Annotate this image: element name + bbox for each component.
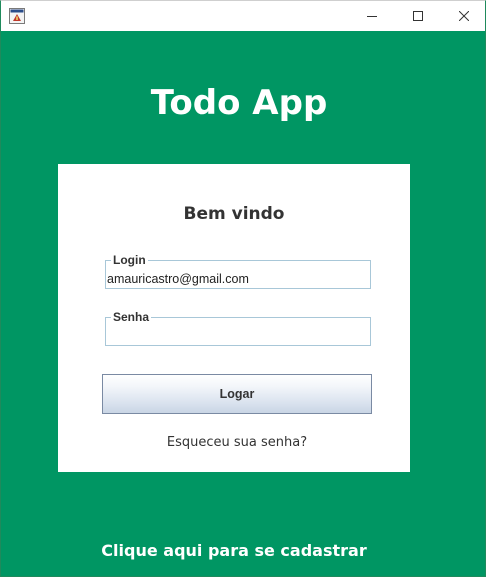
maximize-button[interactable] bbox=[395, 1, 441, 31]
title-bar[interactable] bbox=[1, 1, 485, 31]
main-panel: Todo App Bem vindo Login Senha Logar Esq… bbox=[1, 31, 485, 576]
register-link[interactable]: Clique aqui para se cadastrar bbox=[1, 541, 467, 561]
close-icon bbox=[459, 11, 469, 21]
login-card: Bem vindo Login Senha Logar Esqueceu sua… bbox=[58, 164, 410, 472]
login-field[interactable]: Login bbox=[105, 253, 371, 289]
welcome-heading: Bem vindo bbox=[183, 204, 285, 224]
login-button[interactable]: Logar bbox=[102, 374, 372, 414]
login-label: Login bbox=[111, 253, 148, 267]
senha-label: Senha bbox=[111, 310, 152, 324]
java-app-icon bbox=[9, 8, 25, 24]
maximize-icon bbox=[413, 11, 423, 21]
senha-input[interactable] bbox=[107, 327, 365, 344]
app-title: Todo App bbox=[150, 83, 328, 123]
app-window: Todo App Bem vindo Login Senha Logar Esq… bbox=[0, 0, 486, 577]
login-input[interactable] bbox=[107, 270, 365, 287]
minimize-icon bbox=[367, 16, 377, 17]
close-button[interactable] bbox=[441, 1, 485, 31]
minimize-button[interactable] bbox=[349, 1, 395, 31]
forgot-password-link[interactable]: Esqueceu sua senha? bbox=[58, 435, 416, 451]
senha-field[interactable]: Senha bbox=[105, 310, 371, 346]
